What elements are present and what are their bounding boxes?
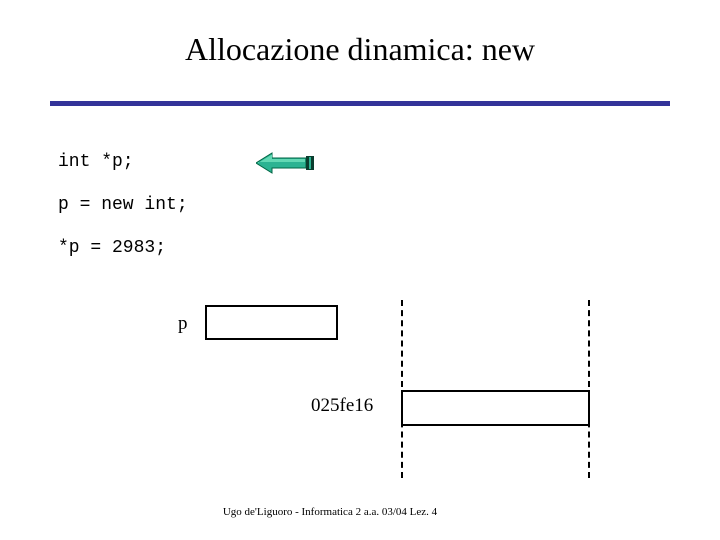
slide-canvas: Allocazione dinamica: new int *p; p = ne… (0, 0, 720, 540)
title-divider (50, 101, 670, 106)
arrow-left-icon (255, 152, 316, 174)
heap-cell-box (401, 390, 590, 426)
page-title: Allocazione dinamica: new (184, 31, 536, 67)
heap-address-label: 025fe16 (311, 395, 374, 416)
code-line: int *p; (58, 152, 134, 172)
code-line: p = new int; (58, 195, 188, 215)
pointer-variable-box (205, 305, 338, 340)
memory-diagram: p 025fe16 (0, 0, 720, 540)
code-line: *p = 2983; (58, 238, 167, 258)
memory-rail-left (401, 300, 403, 478)
slide-footer: Ugo de'Liguoro - Informatica 2 a.a. 03/0… (222, 506, 438, 518)
pointer-variable-label: p (178, 313, 188, 334)
memory-rail-right (588, 300, 590, 478)
